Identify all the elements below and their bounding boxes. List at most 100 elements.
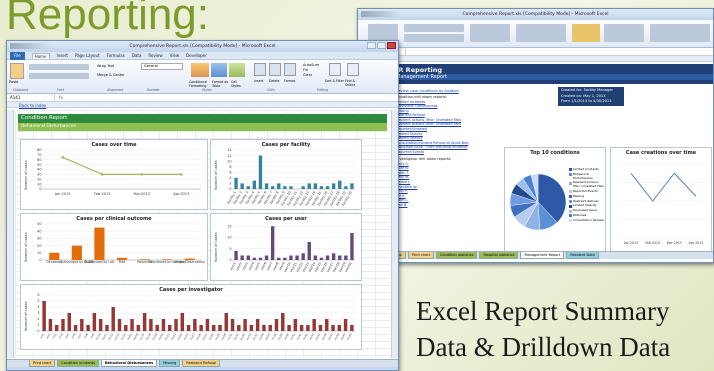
bar[interactable] [105, 325, 109, 331]
bar[interactable] [268, 325, 272, 331]
bar[interactable] [313, 183, 318, 189]
format-table-icon[interactable] [211, 63, 227, 77]
bar[interactable] [277, 257, 281, 260]
paste-icon[interactable] [10, 63, 24, 79]
bar[interactable] [331, 253, 336, 260]
data-point[interactable] [100, 173, 104, 176]
bar[interactable] [338, 255, 342, 261]
bar[interactable] [262, 325, 266, 331]
sheet-tab[interactable]: Behavioral Disturbances [100, 360, 158, 367]
formula-input[interactable] [67, 94, 398, 101]
bar[interactable] [318, 325, 323, 331]
sheet-tab[interactable]: Management Report [520, 252, 565, 259]
back-window-ribbon[interactable] [358, 20, 713, 48]
bar[interactable] [295, 255, 299, 261]
ribbon-tab-data[interactable]: Data [132, 53, 142, 58]
bar[interactable] [186, 325, 191, 331]
bar[interactable] [313, 255, 318, 261]
cases-per-facility-chart[interactable]: Cases per facility Number of cases 0 2 4 6 8 10… [210, 139, 362, 210]
ribbon-tab-file[interactable]: File [10, 51, 25, 60]
bar[interactable] [312, 319, 316, 331]
bar[interactable] [193, 319, 197, 331]
number-format-select[interactable]: General [141, 63, 183, 70]
quick-access-toolbar[interactable] [361, 11, 401, 17]
bar[interactable] [301, 186, 305, 189]
bar[interactable] [293, 319, 298, 331]
bar[interactable] [338, 180, 342, 189]
bar[interactable] [258, 257, 263, 260]
sheet-tab[interactable]: Hospital statistics [479, 252, 519, 259]
bar[interactable] [86, 325, 90, 331]
back-excel-window[interactable]: Comprehensive Report.xls [Compatibility … [357, 8, 714, 263]
bar[interactable] [199, 325, 203, 331]
bar[interactable] [98, 319, 103, 331]
bar[interactable] [337, 325, 342, 331]
bar[interactable] [246, 255, 250, 261]
cases-over-time-chart[interactable]: Cases over time Number of cases 0 10 20 30 40 5… [20, 139, 208, 210]
bar[interactable] [130, 319, 134, 331]
bar[interactable] [240, 183, 244, 189]
bar[interactable] [307, 242, 311, 260]
bar[interactable] [331, 183, 336, 189]
bar[interactable] [243, 319, 247, 331]
bar[interactable] [264, 183, 269, 189]
ribbon-tab-formulas[interactable]: Formulas [107, 53, 125, 58]
bar[interactable] [252, 180, 257, 189]
front-window-titlebar[interactable]: Comprehensive Report.xls [Compatibility … [7, 41, 398, 52]
bar[interactable] [49, 252, 60, 260]
bar[interactable] [325, 255, 330, 261]
quick-access-toolbar[interactable] [10, 43, 50, 49]
close-button[interactable] [387, 42, 396, 49]
bar[interactable] [301, 253, 305, 260]
bar[interactable] [307, 183, 311, 189]
bar[interactable] [211, 325, 216, 331]
bar[interactable] [174, 319, 178, 331]
bar[interactable] [274, 319, 279, 331]
bar[interactable] [270, 226, 275, 260]
ribbon-tab-page-layout[interactable]: Page Layout [75, 53, 100, 58]
bar[interactable] [319, 186, 324, 189]
bar[interactable] [240, 255, 244, 261]
bar[interactable] [54, 325, 59, 331]
bar[interactable] [350, 233, 354, 260]
bar[interactable] [350, 325, 354, 331]
bar[interactable] [306, 325, 310, 331]
bar[interactable] [283, 257, 287, 260]
sort-filter-icon[interactable] [329, 63, 341, 76]
bar[interactable] [246, 186, 250, 189]
sheet-tab[interactable]: Condition incidents [57, 360, 99, 367]
name-box[interactable]: A141 [7, 94, 55, 101]
ribbon-tab-insert[interactable]: Insert [57, 53, 68, 58]
bar[interactable] [350, 183, 354, 189]
bar[interactable] [344, 186, 348, 189]
bar[interactable] [92, 313, 97, 331]
front-excel-window[interactable]: Comprehensive Report.xls [Compatibility … [6, 40, 399, 371]
data-point[interactable] [140, 173, 144, 176]
back-window-titlebar[interactable]: Comprehensive Report.xls [Compatibility … [358, 9, 713, 20]
fx-icon[interactable]: fx [55, 95, 67, 100]
vertical-scrollbar[interactable] [391, 110, 398, 358]
cases-per-outcome-chart[interactable]: Cases per clinical outcome Number of case… [20, 213, 208, 281]
format-cells-icon[interactable] [284, 63, 296, 76]
bar[interactable] [80, 319, 84, 331]
clear-button[interactable]: Clear [303, 73, 319, 78]
bar[interactable] [249, 325, 254, 331]
find-select-icon[interactable] [347, 63, 359, 76]
case-creations-chart[interactable]: Case creations over time Jan 2013 Feb 201… [610, 147, 712, 255]
bar[interactable] [218, 325, 222, 331]
ribbon-tab-view[interactable]: View [170, 53, 180, 58]
cases-per-user-chart[interactable]: Cases per user Number of cases 0 5 10 15 user1… [210, 213, 362, 281]
cases-per-investigator-chart[interactable]: Cases per investigator Number of cases 0 1 2… [20, 284, 362, 350]
bar[interactable] [252, 257, 257, 260]
data-point[interactable] [61, 156, 65, 159]
delete-cells-icon[interactable] [269, 63, 281, 76]
bar[interactable] [205, 319, 210, 331]
minimize-button[interactable] [367, 42, 376, 49]
bar[interactable] [71, 245, 82, 260]
bar[interactable] [289, 186, 293, 189]
data-point[interactable] [179, 173, 183, 176]
bar[interactable] [161, 319, 166, 331]
bar[interactable] [61, 319, 65, 331]
bar[interactable] [287, 325, 291, 331]
bar[interactable] [230, 319, 235, 331]
